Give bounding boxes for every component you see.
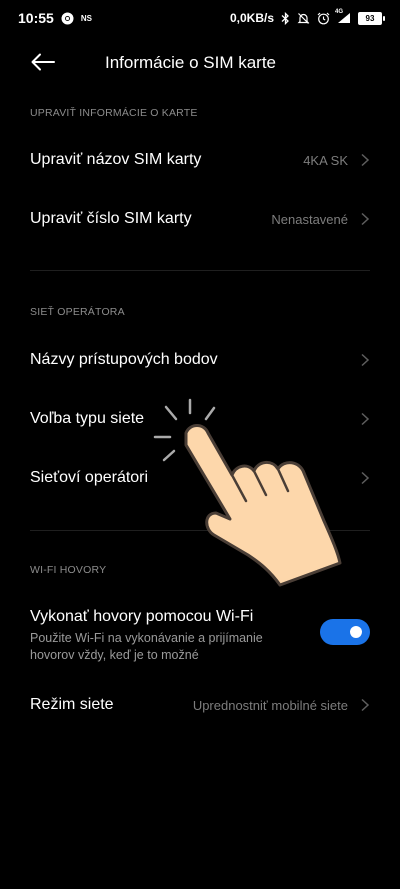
- chevron-right-icon: [360, 212, 370, 226]
- access-point-names-row[interactable]: Názvy prístupových bodov: [0, 340, 400, 380]
- status-bar-left: 10:55 NS: [18, 10, 92, 26]
- edit-sim-number-row[interactable]: Upraviť číslo SIM karty Nenastavené: [0, 199, 400, 239]
- chevron-right-icon: [360, 153, 370, 167]
- wifi-calling-description: Použite Wi-Fi na vykonávanie a prijímani…: [30, 631, 263, 662]
- battery-icon: 93: [358, 11, 385, 25]
- status-bar: 10:55 NS 0,0KB/s 4G 93: [0, 0, 400, 36]
- row-value: Nenastavené: [271, 211, 348, 227]
- network-mode-row[interactable]: Režim siete Uprednostniť mobilné siete: [0, 685, 400, 725]
- network-operators-row[interactable]: Sieťoví operátori: [0, 458, 400, 498]
- muted-bell-icon: [297, 12, 310, 25]
- battery-level: 93: [365, 13, 375, 23]
- chevron-right-icon: [360, 698, 370, 712]
- row-label: Názvy prístupových bodov: [30, 351, 218, 368]
- section-header-operator-network: SIEŤ OPERÁTORA: [30, 306, 125, 318]
- chrome-icon: [61, 12, 74, 25]
- row-label: Voľba typu siete: [30, 410, 145, 427]
- row-label: Režim siete: [30, 696, 114, 713]
- signal-icon: 4G: [335, 9, 351, 24]
- chevron-right-icon: [360, 471, 370, 485]
- row-value: Uprednostniť mobilné siete: [192, 697, 348, 713]
- arrow-left-icon: [31, 53, 55, 76]
- chevron-right-icon: [360, 412, 370, 426]
- toggle-knob: [350, 626, 362, 638]
- section-header-card-info: UPRAVIŤ INFORMÁCIE O KARTE: [30, 107, 198, 119]
- page-title: Informácie o SIM karte: [105, 53, 277, 72]
- row-value: 4KA SK: [303, 152, 348, 168]
- ns-label: NS: [80, 13, 92, 23]
- network-type-row[interactable]: Voľba typu siete: [0, 399, 400, 439]
- status-bar-right: 0,0KB/s 4G 93: [229, 9, 385, 25]
- section-divider: [30, 270, 370, 271]
- edit-sim-name-row[interactable]: Upraviť názov SIM karty 4KA SK: [0, 140, 400, 180]
- network-type-label: 4G: [335, 9, 344, 15]
- section-header-wifi-calls: WI-FI HOVORY: [30, 564, 107, 576]
- alarm-icon: [317, 12, 330, 25]
- network-speed: 0,0KB/s: [229, 11, 274, 25]
- row-label: Upraviť názov SIM karty: [30, 151, 202, 168]
- section-divider: [30, 530, 370, 531]
- back-button[interactable]: [30, 52, 56, 76]
- row-label: Sieťoví operátori: [30, 469, 149, 486]
- wifi-calling-toggle[interactable]: [320, 619, 370, 645]
- chevron-right-icon: [360, 353, 370, 367]
- row-label: Upraviť číslo SIM karty: [30, 210, 192, 227]
- wifi-calling-row[interactable]: Vykonať hovory pomocou Wi-Fi Použite Wi-…: [30, 608, 370, 664]
- bluetooth-icon: [281, 11, 290, 25]
- status-time: 10:55: [18, 10, 54, 26]
- app-header: Informácie o SIM karte: [0, 40, 400, 88]
- wifi-calling-title: Vykonať hovory pomocou Wi-Fi: [30, 608, 254, 625]
